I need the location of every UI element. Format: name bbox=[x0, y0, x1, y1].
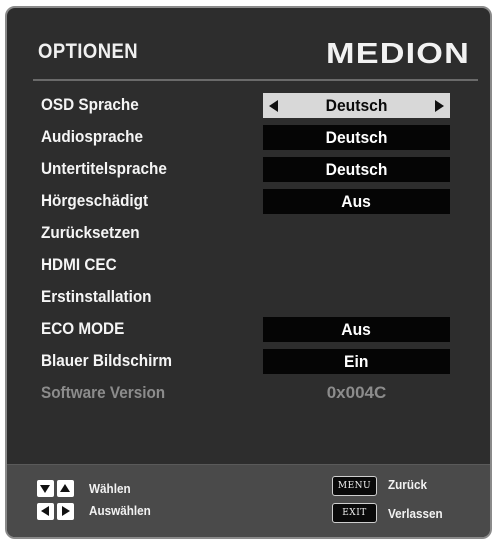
menu-item-software-version: Software Version 0x004C bbox=[7, 380, 490, 412]
menu-item-value: Aus bbox=[341, 320, 372, 339]
right-arrow-icon[interactable] bbox=[435, 100, 444, 112]
menu-item-label: Audiosprache bbox=[41, 127, 144, 146]
menu-item-value-box[interactable]: Deutsch bbox=[263, 157, 450, 182]
menu-key-button[interactable]: MENU bbox=[332, 476, 377, 496]
menu-item-hdmi-cec[interactable]: HDMI CEC bbox=[7, 252, 490, 284]
menu-item-value-box[interactable]: Aus bbox=[263, 189, 450, 214]
osd-options-window: OPTIONEN MEDION OSD Sprache Deutsch Audi… bbox=[5, 6, 492, 539]
exit-hint: Verlassen bbox=[388, 506, 443, 521]
back-hint: Zurück bbox=[388, 477, 428, 492]
medion-logo: MEDION bbox=[326, 38, 470, 68]
menu-item-label: Erstinstallation bbox=[41, 287, 152, 306]
menu-item-hoergeschaedigt[interactable]: Hörgeschädigt Aus bbox=[7, 188, 490, 220]
up-arrow-key-icon bbox=[57, 480, 74, 497]
choose-hint: Auswählen bbox=[89, 503, 151, 518]
menu-item-blauer-bildschirm[interactable]: Blauer Bildschirm Ein bbox=[7, 348, 490, 380]
up-down-keys bbox=[37, 480, 77, 498]
menu-item-value: Ein bbox=[344, 352, 369, 371]
menu-item-audiosprache[interactable]: Audiosprache Deutsch bbox=[7, 124, 490, 156]
menu-item-label: Untertitelsprache bbox=[41, 159, 167, 178]
help-bar: Wählen Auswählen MENU Zurück EXIT Verlas… bbox=[7, 464, 490, 537]
menu-item-zuruecksetzen[interactable]: Zurücksetzen bbox=[7, 220, 490, 252]
menu-item-eco-mode[interactable]: ECO MODE Aus bbox=[7, 316, 490, 348]
menu-item-osd-sprache[interactable]: OSD Sprache Deutsch bbox=[7, 92, 490, 124]
right-arrow-key-icon bbox=[57, 503, 74, 520]
left-right-keys bbox=[37, 503, 77, 521]
osd-header: OPTIONEN MEDION bbox=[7, 8, 490, 82]
software-version-value: 0x004C bbox=[326, 383, 387, 402]
osd-language-selector[interactable]: Deutsch bbox=[263, 93, 450, 118]
menu-item-value-box[interactable]: Ein bbox=[263, 349, 450, 374]
menu-item-value: Deutsch bbox=[325, 128, 388, 147]
exit-key-button[interactable]: EXIT bbox=[332, 503, 377, 523]
down-arrow-key-icon bbox=[37, 480, 54, 497]
menu-item-erstinstallation[interactable]: Erstinstallation bbox=[7, 284, 490, 316]
menu-item-value: Aus bbox=[341, 192, 372, 211]
menu-item-value: Deutsch bbox=[325, 96, 388, 115]
menu-item-label: Blauer Bildschirm bbox=[41, 351, 172, 370]
menu-item-label: OSD Sprache bbox=[41, 95, 139, 114]
menu-item-value-box[interactable]: Deutsch bbox=[263, 125, 450, 150]
select-hint: Wählen bbox=[89, 481, 131, 496]
header-divider bbox=[33, 79, 478, 81]
brand-text: MEDION bbox=[326, 38, 470, 68]
page-title: OPTIONEN bbox=[38, 40, 139, 63]
menu-item-label: Software Version bbox=[41, 383, 166, 402]
menu-item-label: Zurücksetzen bbox=[41, 223, 140, 242]
menu-item-label: ECO MODE bbox=[41, 319, 125, 338]
menu-item-value: Deutsch bbox=[325, 160, 388, 179]
menu-item-value-box[interactable]: Aus bbox=[263, 317, 450, 342]
left-arrow-key-icon bbox=[37, 503, 54, 520]
menu-item-label: Hörgeschädigt bbox=[41, 191, 149, 210]
menu-item-untertitelsprache[interactable]: Untertitelsprache Deutsch bbox=[7, 156, 490, 188]
left-arrow-icon[interactable] bbox=[269, 100, 278, 112]
menu-item-label: HDMI CEC bbox=[41, 255, 117, 274]
